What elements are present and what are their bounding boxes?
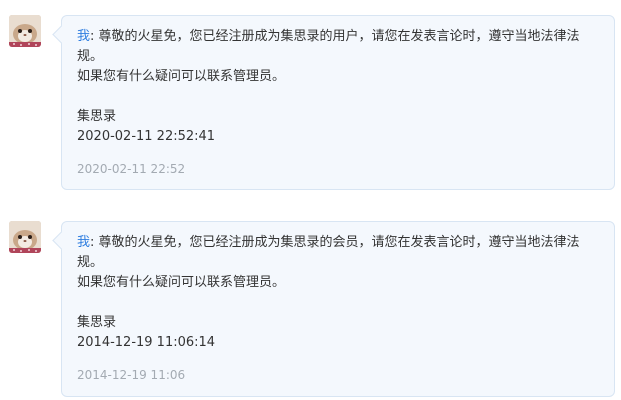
message-line: 规。 bbox=[77, 255, 104, 270]
hamster-avatar-image bbox=[9, 15, 41, 47]
message-line: 规。 bbox=[77, 49, 104, 64]
message-body: 我: 尊敬的火星免，您已经注册成为集思录的会员，请您在发表言论时，遵守当地法律法… bbox=[77, 233, 597, 353]
hamster-avatar-icon[interactable] bbox=[9, 221, 41, 253]
message-text: : 尊敬的火星免，您已经注册成为集思录的会员，请您在发表言论时，遵守当地法律法 bbox=[90, 235, 580, 250]
message-line: 我: 尊敬的火星免，您已经注册成为集思录的用户，请您在发表言论时，遵守当地法律法 bbox=[77, 27, 597, 47]
message-line: 如果您有什么疑问可以联系管理员。 bbox=[77, 275, 286, 290]
message-item: 我: 尊敬的火星免，您已经注册成为集思录的会员，请您在发表言论时，遵守当地法律法… bbox=[0, 221, 621, 397]
bubble-arrow bbox=[52, 231, 71, 250]
message-bubble: 我: 尊敬的火星免，您已经注册成为集思录的会员，请您在发表言论时，遵守当地法律法… bbox=[52, 221, 615, 397]
sent-datetime: 2014-12-19 11:06:14 bbox=[77, 335, 216, 350]
message-line: 我: 尊敬的火星免，您已经注册成为集思录的会员，请您在发表言论时，遵守当地法律法 bbox=[77, 233, 597, 253]
signature: 集思录 bbox=[77, 109, 117, 124]
message-item: 我: 尊敬的火星免，您已经注册成为集思录的用户，请您在发表言论时，遵守当地法律法… bbox=[0, 15, 621, 190]
sent-datetime: 2020-02-11 22:52:41 bbox=[77, 129, 216, 144]
message-timestamp: 2020-02-11 22:52 bbox=[77, 162, 186, 176]
sender-link[interactable]: 我 bbox=[77, 235, 90, 250]
message-timestamp: 2014-12-19 11:06 bbox=[77, 368, 186, 382]
message-line: 如果您有什么疑问可以联系管理员。 bbox=[77, 69, 286, 84]
hamster-avatar-image bbox=[9, 221, 41, 253]
signature: 集思录 bbox=[77, 315, 117, 330]
sender-link[interactable]: 我 bbox=[77, 29, 90, 44]
hamster-avatar-icon[interactable] bbox=[9, 15, 41, 47]
message-body: 我: 尊敬的火星免，您已经注册成为集思录的用户，请您在发表言论时，遵守当地法律法… bbox=[77, 27, 597, 147]
message-text: : 尊敬的火星免，您已经注册成为集思录的用户，请您在发表言论时，遵守当地法律法 bbox=[90, 29, 580, 44]
bubble-arrow bbox=[52, 25, 71, 44]
message-bubble: 我: 尊敬的火星免，您已经注册成为集思录的用户，请您在发表言论时，遵守当地法律法… bbox=[52, 15, 615, 190]
